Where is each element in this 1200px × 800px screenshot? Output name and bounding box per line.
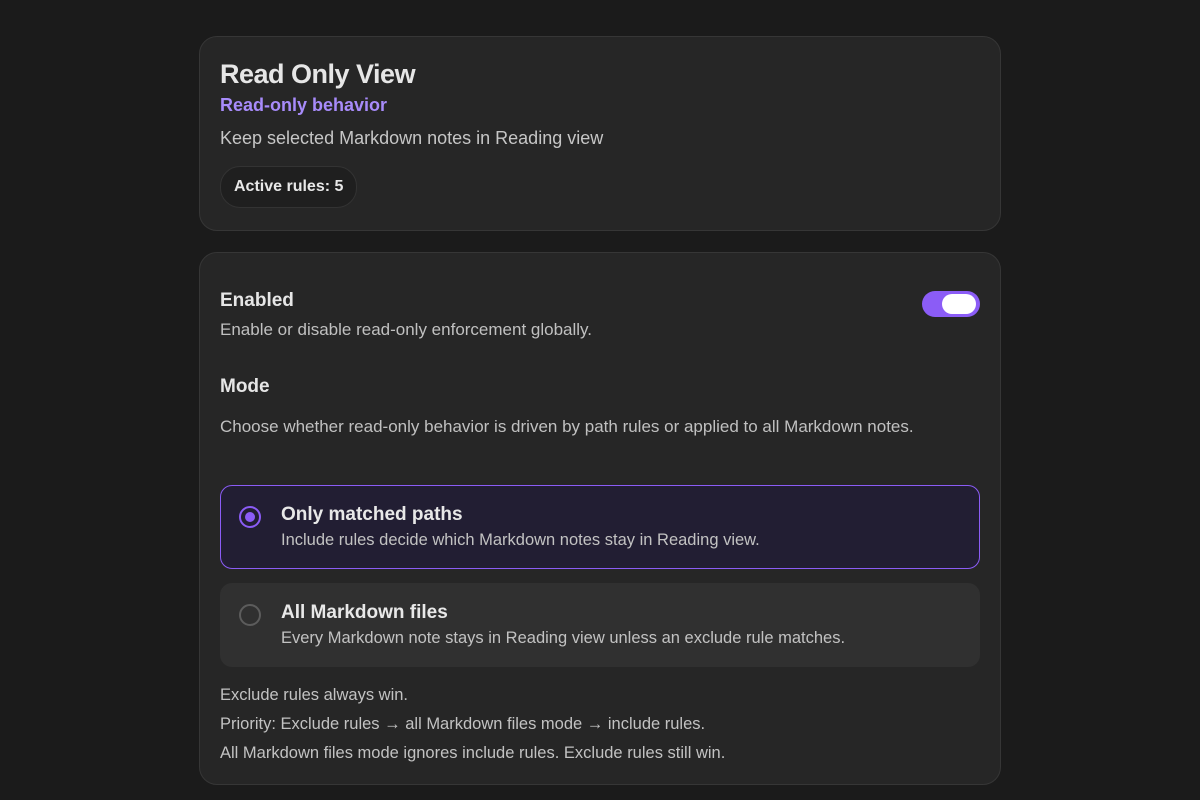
option-description: Every Markdown note stays in Reading vie… bbox=[281, 629, 846, 647]
radio-selected-icon[interactable] bbox=[239, 506, 261, 528]
mode-option-only-matched-paths[interactable]: Only matched paths Include rules decide … bbox=[220, 485, 980, 569]
plugin-header-card: Read Only View Read-only behavior Keep s… bbox=[199, 36, 1001, 231]
active-rules-badge: Active rules: 5 bbox=[220, 166, 358, 208]
mode-setting-name: Mode bbox=[220, 376, 270, 397]
option-description: Include rules decide which Markdown note… bbox=[281, 531, 760, 549]
mode-setting-description: Choose whether read-only behavior is dri… bbox=[220, 417, 914, 436]
note-priority: Priority: Exclude rules → all Markdown f… bbox=[220, 715, 706, 733]
mode-notes: Exclude rules always win. Priority: Excl… bbox=[220, 681, 980, 768]
enabled-setting-name: Enabled bbox=[220, 290, 294, 311]
note-exclude-wins: Exclude rules always win. bbox=[220, 686, 408, 704]
settings-card: Enabled Enable or disable read-only enfo… bbox=[199, 252, 1001, 785]
enabled-setting: Enabled Enable or disable read-only enfo… bbox=[220, 289, 980, 343]
enabled-toggle[interactable] bbox=[922, 291, 980, 317]
page-description: Keep selected Markdown notes in Reading … bbox=[220, 128, 604, 148]
mode-setting: Mode Choose whether read-only behavior i… bbox=[220, 375, 980, 440]
page-subtitle: Read-only behavior bbox=[220, 95, 388, 115]
option-title: Only matched paths bbox=[281, 504, 463, 525]
toggle-knob bbox=[942, 294, 976, 314]
page-title: Read Only View bbox=[220, 59, 416, 89]
option-title: All Markdown files bbox=[281, 602, 448, 623]
radio-unselected-icon[interactable] bbox=[239, 604, 261, 626]
mode-option-all-markdown-files[interactable]: All Markdown files Every Markdown note s… bbox=[220, 583, 980, 667]
note-all-files-mode: All Markdown files mode ignores include … bbox=[220, 744, 726, 762]
enabled-setting-description: Enable or disable read-only enforcement … bbox=[220, 320, 593, 339]
